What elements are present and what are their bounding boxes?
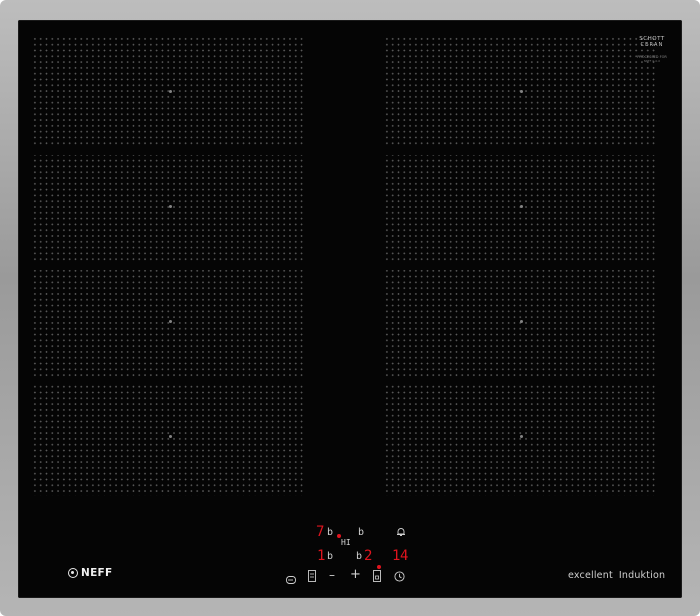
- schott-label-line2: CERAN: [640, 42, 664, 48]
- product-branding: excellent Induktion: [568, 570, 665, 581]
- neff-logo-icon: [68, 568, 78, 578]
- plus-button[interactable]: +: [350, 568, 361, 581]
- zone-indicator: b: [358, 527, 365, 538]
- zone-center-mark: [520, 320, 523, 323]
- flex-zone-icon[interactable]: [286, 571, 296, 587]
- clock-icon[interactable]: [394, 569, 405, 585]
- zone-select-icon[interactable]: [308, 569, 316, 585]
- schott-ceran-label: SCHOTT CERAN PROCESSED FOR NEFF 0-0-0: [632, 36, 672, 63]
- boost-hi-label: HI: [341, 538, 351, 547]
- zone-divider: [32, 147, 306, 155]
- schott-label-small2: NEFF 0-0-0: [643, 59, 661, 63]
- zone-center-mark: [169, 435, 172, 438]
- product-type: Induktion: [618, 570, 666, 581]
- zone-divider: [384, 377, 658, 385]
- zone-indicator: b: [356, 551, 363, 562]
- zone-indicator: b: [327, 551, 334, 562]
- minus-button[interactable]: –: [329, 569, 335, 581]
- zone-center-mark: [520, 205, 523, 208]
- power-level-front-left[interactable]: 7: [316, 525, 324, 539]
- power-boost-icon[interactable]: [373, 569, 381, 585]
- zone-center-mark: [169, 320, 172, 323]
- product-line: excellent: [568, 570, 613, 581]
- ceramic-glass-surface: SCHOTT CERAN PROCESSED FOR NEFF 0-0-0 7 …: [18, 20, 682, 598]
- flex-zone-left[interactable]: [32, 36, 306, 496]
- zone-divider: [384, 147, 658, 155]
- power-level-rear-left[interactable]: 1: [317, 549, 325, 563]
- neff-logo-text: NEFF: [81, 567, 113, 579]
- zone-center-mark: [520, 90, 523, 93]
- power-level-right[interactable]: 2: [364, 549, 372, 563]
- zone-center-mark: [520, 435, 523, 438]
- zone-divider: [32, 377, 306, 385]
- zone-indicator: b: [327, 527, 334, 538]
- zone-center-mark: [169, 90, 172, 93]
- bell-icon[interactable]: [396, 527, 406, 540]
- zone-center-mark: [169, 205, 172, 208]
- zone-divider: [384, 262, 658, 270]
- flex-zone-right[interactable]: [384, 36, 658, 496]
- neff-logo: NEFF: [68, 566, 113, 580]
- zone-divider: [32, 262, 306, 270]
- timer-digit-2: 4: [400, 548, 409, 564]
